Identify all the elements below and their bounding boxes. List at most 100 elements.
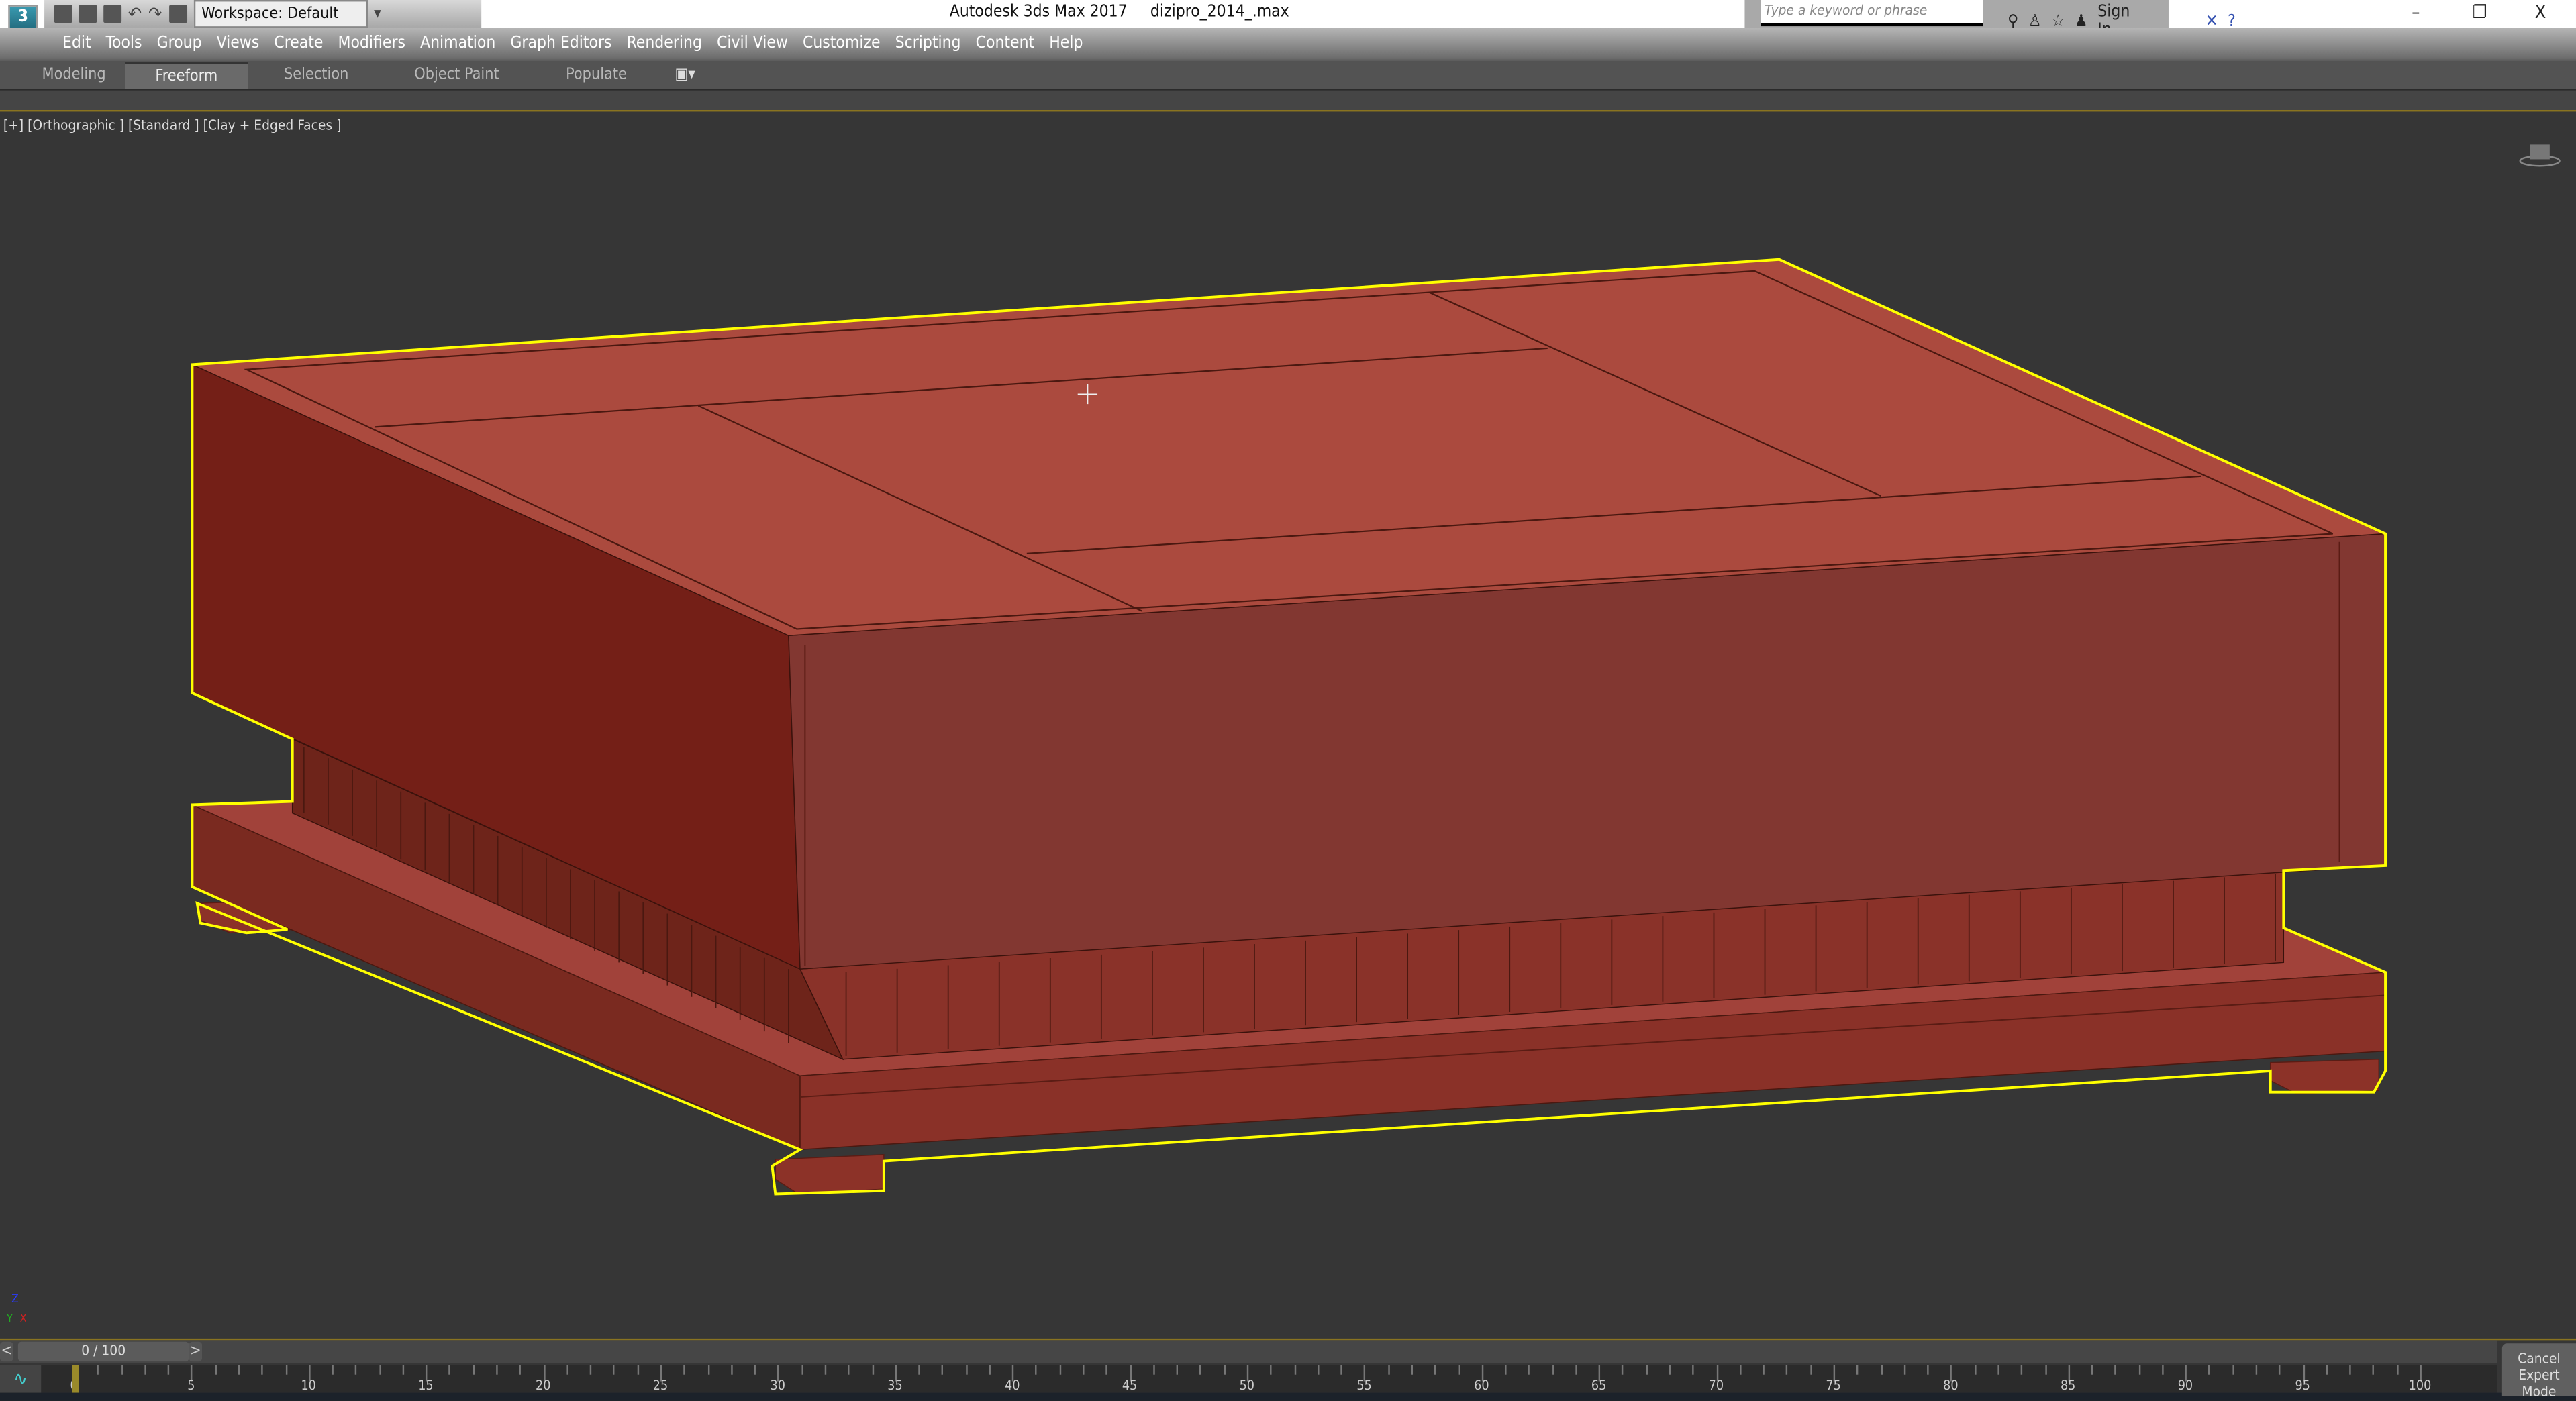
timeline-tick <box>121 1365 123 1375</box>
timeline-tick <box>449 1365 451 1375</box>
timeline-tick <box>2396 1365 2398 1375</box>
time-slider-bar: < 0 / 100 > <box>0 1340 2497 1363</box>
timeline-tick-label: 85 <box>2060 1378 2076 1393</box>
timeline-tick-label: 20 <box>535 1378 551 1393</box>
timeline-tick <box>1434 1365 1436 1375</box>
cancel-expert-mode-button[interactable]: Cancel Expert Mode <box>2501 1343 2576 1401</box>
timeline-tick <box>1152 1365 1155 1375</box>
timeline-tick <box>1528 1365 1530 1375</box>
timeline-tick <box>566 1365 568 1375</box>
timeline-tick <box>261 1365 264 1375</box>
table-model[interactable] <box>0 0 2576 1401</box>
timeline-tick <box>332 1365 334 1375</box>
timeline-tick <box>1622 1365 1624 1375</box>
timeline-tick-label: 50 <box>1239 1378 1255 1393</box>
timeline-tick <box>1270 1365 1273 1375</box>
timeline-tick <box>2115 1365 2117 1375</box>
timeline-tick <box>402 1365 404 1375</box>
timeline-tick <box>1293 1365 1296 1375</box>
timeline-tick <box>2326 1365 2328 1375</box>
timeline-tick <box>1763 1365 1765 1375</box>
timeline-tick <box>590 1365 592 1375</box>
timeline-tick-label: 40 <box>1005 1378 1020 1393</box>
timeline-tick-label: 35 <box>887 1378 903 1393</box>
next-frame-button[interactable]: > <box>189 1341 203 1362</box>
timeline-tick <box>918 1365 920 1375</box>
expert-mode-label: Expert Mode <box>2518 1367 2560 1401</box>
timeline-tick <box>1997 1365 1999 1375</box>
timeline-tick <box>1387 1365 1389 1375</box>
timeline-tick-label: 60 <box>1474 1378 1489 1393</box>
timeline-tick <box>1505 1365 1507 1375</box>
timeline-tick <box>1199 1365 1202 1375</box>
timeline-tick-label: 55 <box>1356 1378 1372 1393</box>
timeline-tick <box>848 1365 850 1375</box>
timeline-tick <box>2208 1365 2211 1375</box>
timeline-tick <box>355 1365 358 1375</box>
timeline-tick-label: 65 <box>1591 1378 1607 1393</box>
timeline-tick <box>1974 1365 1976 1375</box>
timeline-tick-label: 30 <box>770 1378 785 1393</box>
curve-editor-icon[interactable]: ∿ <box>0 1365 42 1393</box>
timeline-tick <box>613 1365 615 1375</box>
timeline-tick <box>801 1365 803 1375</box>
timeline-tick <box>683 1365 686 1375</box>
timeline-tick <box>238 1365 240 1375</box>
current-frame-marker[interactable] <box>72 1365 79 1393</box>
timeline-tick <box>2349 1365 2352 1375</box>
timeline-tick <box>1927 1365 1929 1375</box>
timeline-tick <box>1645 1365 1648 1375</box>
timeline-tick <box>1552 1365 1554 1375</box>
timeline-tick-label: 15 <box>418 1378 434 1393</box>
prev-frame-button[interactable]: < <box>0 1341 13 1362</box>
timeline-tick <box>1083 1365 1085 1375</box>
timeline-tick <box>144 1365 146 1375</box>
timeline-tick <box>2091 1365 2093 1375</box>
timeline-tick <box>754 1365 756 1375</box>
timeline-tick <box>2373 1365 2375 1375</box>
timeline-tick <box>2021 1365 2023 1375</box>
axis-tripod: Z Y X <box>5 1292 41 1332</box>
timeline-tick <box>1739 1365 1742 1375</box>
timeline-tick <box>496 1365 498 1375</box>
timeline-tick <box>942 1365 944 1375</box>
viewport-label[interactable]: [+] [Orthographic ] [Standard ] [Clay + … <box>3 118 341 134</box>
viewcube-home-icon[interactable] <box>2517 140 2563 169</box>
timeline-tick <box>1903 1365 1905 1375</box>
timeline-tick <box>1059 1365 1061 1375</box>
timeline-tick <box>1036 1365 1038 1375</box>
axis-z-label: Z <box>11 1292 19 1306</box>
timeline-tick <box>730 1365 733 1375</box>
timeline-tick <box>519 1365 522 1375</box>
timeline-tick <box>2255 1365 2258 1375</box>
timeline-tick-label: 45 <box>1122 1378 1138 1393</box>
timeline-tick <box>1223 1365 1226 1375</box>
axis-y-label: Y <box>6 1312 13 1326</box>
timeline-tick <box>1880 1365 1882 1375</box>
timeline-tick-label: 25 <box>652 1378 668 1393</box>
timeline-tick <box>1317 1365 1320 1375</box>
timeline-tick-label: 95 <box>2295 1378 2310 1393</box>
timeline-tick <box>1692 1365 1695 1375</box>
track-bar[interactable]: 0510152025303540455055606570758085909510… <box>0 1365 2497 1393</box>
cancel-label: Cancel <box>2518 1351 2561 1368</box>
timeline-tick-label: 70 <box>1708 1378 1724 1393</box>
foot-front <box>775 1153 885 1195</box>
timeline-tick <box>1458 1365 1460 1375</box>
timeline-tick <box>1669 1365 1671 1375</box>
timeline-tick <box>1786 1365 1789 1375</box>
timeline-tick-label: 5 <box>187 1378 195 1393</box>
timeline-tick <box>637 1365 639 1375</box>
timeline-tick <box>2044 1365 2046 1375</box>
timeline-tick <box>1176 1365 1179 1375</box>
time-slider[interactable]: 0 / 100 <box>17 1341 189 1362</box>
timeline-tick <box>379 1365 381 1375</box>
timeline-tick <box>965 1365 967 1375</box>
axis-x-label: X <box>19 1312 27 1326</box>
timeline-tick-label: 90 <box>2177 1378 2193 1393</box>
timeline-tick <box>707 1365 709 1375</box>
timeline-tick <box>167 1365 170 1375</box>
timeline-tick <box>1856 1365 1859 1375</box>
timeline-tick <box>1810 1365 1812 1375</box>
timeline-tick <box>2161 1365 2164 1375</box>
